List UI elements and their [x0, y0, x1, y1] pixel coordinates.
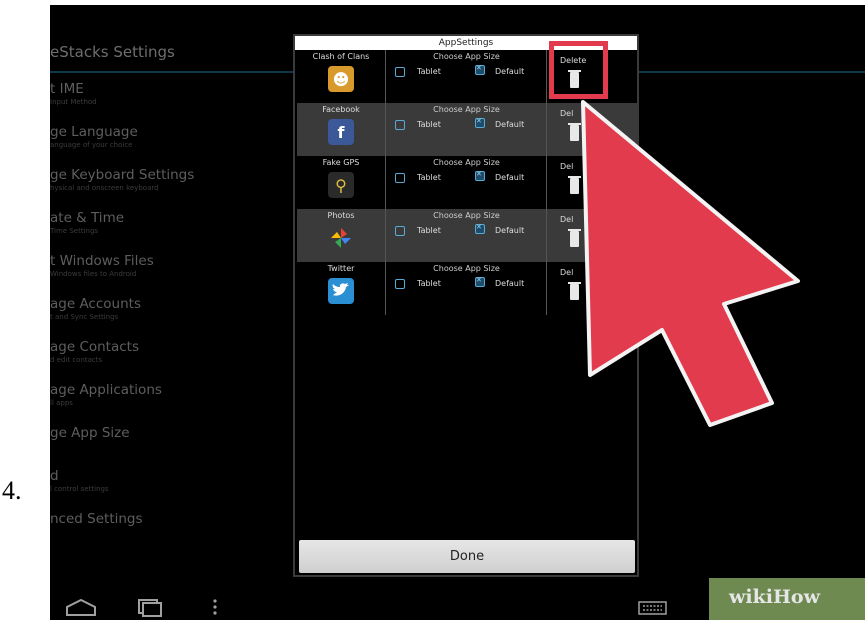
wikihow-logo: wikiHow: [729, 586, 820, 608]
wikihow-watermark: wikiHow: [709, 578, 865, 620]
bluestacks-screen: eStacks Settings t IME Input Method ge L…: [50, 5, 865, 620]
pointer-arrow-icon: [581, 100, 800, 427]
step-number: 4.: [2, 476, 22, 505]
